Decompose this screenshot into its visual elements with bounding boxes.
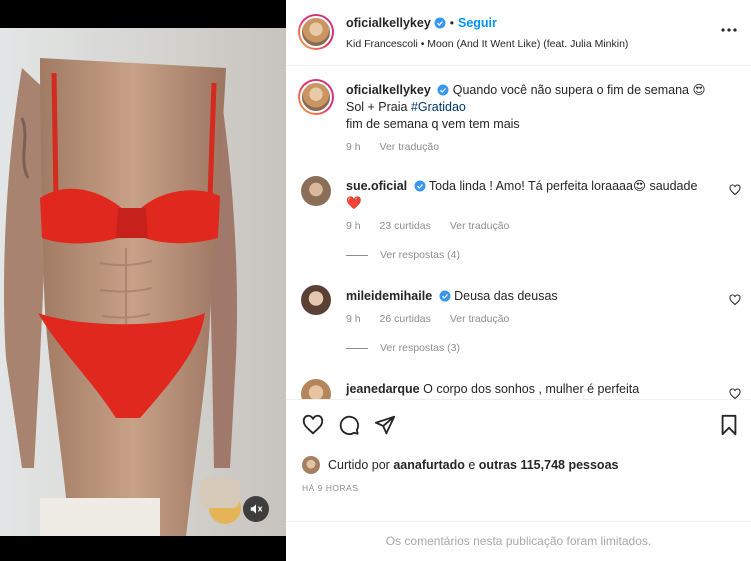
- view-replies-button[interactable]: Ver respostas (4): [346, 249, 716, 261]
- comment-body: O corpo dos sonhos , mulher é perfeita: [423, 382, 640, 396]
- post-photo-illustration: [0, 28, 286, 536]
- view-replies-label: Ver respostas (4): [380, 249, 460, 261]
- comment-likes-count[interactable]: 26 curtidas: [380, 313, 431, 325]
- like-comment-heart-icon[interactable]: [729, 388, 741, 399]
- view-replies-label: Ver respostas (3): [380, 342, 460, 354]
- post-media[interactable]: [0, 0, 286, 561]
- caption-text-line-3: fim de semana q vem tem mais: [346, 117, 520, 131]
- like-comment-heart-icon[interactable]: [729, 184, 741, 196]
- likes-summary: Curtido por aanafurtado e outras 115,748…: [302, 456, 618, 474]
- more-options-icon[interactable]: [721, 27, 737, 33]
- comment-text: sue.oficial Toda linda ! Amo! Tá perfeit…: [346, 178, 716, 195]
- caption-line-2: Sol + Praia #Gratidao: [346, 99, 736, 116]
- verified-badge-icon: [434, 17, 446, 29]
- comment-text: jeanedarque O corpo dos sonhos , mulher …: [346, 381, 716, 398]
- share-paper-plane-icon[interactable]: [374, 414, 396, 436]
- likes-prefix: Curtido por: [328, 458, 390, 472]
- replies-divider: [346, 254, 368, 256]
- instagram-post-view: oficialkellykey • Seguir Kid Francescoli…: [0, 0, 751, 561]
- comment-time: 9 h: [346, 220, 361, 232]
- post-video[interactable]: [0, 28, 286, 536]
- post-actions-section: Curtido por aanafurtado e outras 115,748…: [286, 399, 751, 561]
- follow-button[interactable]: Seguir: [458, 16, 497, 30]
- verified-badge-icon: [439, 290, 451, 302]
- comment-item: jeanedarque O corpo dos sonhos , mulher …: [346, 381, 716, 398]
- post-timestamp[interactable]: HÁ 9 HORAS: [302, 483, 359, 493]
- caption-author-avatar[interactable]: [298, 79, 334, 115]
- comments-list[interactable]: oficialkellykey Quando você não supera o…: [286, 67, 751, 399]
- caption-time: 9 h: [346, 141, 361, 153]
- comment-time: 9 h: [346, 313, 361, 325]
- comment-meta: 9 h 26 curtidas Ver tradução: [346, 313, 716, 325]
- like-comment-heart-icon[interactable]: [729, 294, 741, 306]
- audio-track-label[interactable]: Kid Francescoli • Moon (And It Went Like…: [346, 38, 628, 50]
- post-side-panel: oficialkellykey • Seguir Kid Francescoli…: [286, 0, 751, 561]
- replies-divider: [346, 347, 368, 349]
- save-bookmark-icon[interactable]: [719, 414, 739, 436]
- like-heart-icon[interactable]: [302, 414, 324, 436]
- likes-others-count[interactable]: outras 115,748 pessoas: [479, 458, 619, 472]
- comment-item: sue.oficial Toda linda ! Amo! Tá perfeit…: [346, 178, 716, 261]
- caption-text-line-1: Quando você não supera o fim de semana 😍: [452, 83, 706, 97]
- liker-avatar[interactable]: [302, 456, 320, 474]
- verified-badge-icon: [437, 84, 449, 96]
- comment-text: mileidemihaile Deusa das deusas: [346, 288, 716, 305]
- comment-item: mileidemihaile Deusa das deusas 9 h 26 c…: [346, 288, 716, 354]
- post-header: oficialkellykey • Seguir Kid Francescoli…: [286, 0, 751, 66]
- verified-badge-icon: [414, 180, 426, 192]
- caption-meta: 9 h Ver tradução: [346, 141, 736, 153]
- comment-body-line-2: ❤️: [346, 196, 362, 210]
- comment-body: Toda linda ! Amo! Tá perfeita loraaaa😍 s…: [428, 179, 698, 193]
- comment-translate-button[interactable]: Ver tradução: [450, 313, 510, 325]
- author-line: oficialkellykey • Seguir: [346, 16, 497, 30]
- mute-toggle-button[interactable]: [243, 496, 269, 522]
- caption-translate-button[interactable]: Ver tradução: [380, 141, 440, 153]
- commenter-avatar[interactable]: [301, 285, 331, 315]
- comments-limited-notice: Os comentários nesta publicação foram li…: [286, 521, 751, 561]
- comment-bubble-icon[interactable]: [338, 414, 360, 436]
- comment-username[interactable]: jeanedarque: [346, 382, 420, 396]
- caption-text-line-2: Sol + Praia: [346, 100, 411, 114]
- commenter-avatar[interactable]: [301, 176, 331, 206]
- comment-username[interactable]: sue.oficial: [346, 179, 407, 193]
- comment-translate-button[interactable]: Ver tradução: [450, 220, 510, 232]
- speaker-muted-icon: [250, 504, 263, 514]
- caption: oficialkellykey Quando você não supera o…: [346, 82, 736, 153]
- caption-username[interactable]: oficialkellykey: [346, 83, 431, 97]
- view-replies-button[interactable]: Ver respostas (3): [346, 342, 716, 354]
- hashtag-link[interactable]: #Gratidao: [411, 100, 466, 114]
- comment-username[interactable]: mileidemihaile: [346, 289, 432, 303]
- commenter-avatar[interactable]: [301, 379, 331, 399]
- caption-line-1: oficialkellykey Quando você não supera o…: [346, 82, 736, 99]
- comment-meta: 9 h 23 curtidas Ver tradução: [346, 220, 716, 232]
- author-avatar[interactable]: [298, 14, 334, 50]
- liker-username[interactable]: aanafurtado: [393, 458, 465, 472]
- comment-body: Deusa das deusas: [454, 289, 558, 303]
- likes-middle: e: [468, 458, 476, 472]
- separator-dot: •: [449, 16, 454, 30]
- comment-likes-count[interactable]: 23 curtidas: [380, 220, 431, 232]
- author-username[interactable]: oficialkellykey: [346, 16, 431, 30]
